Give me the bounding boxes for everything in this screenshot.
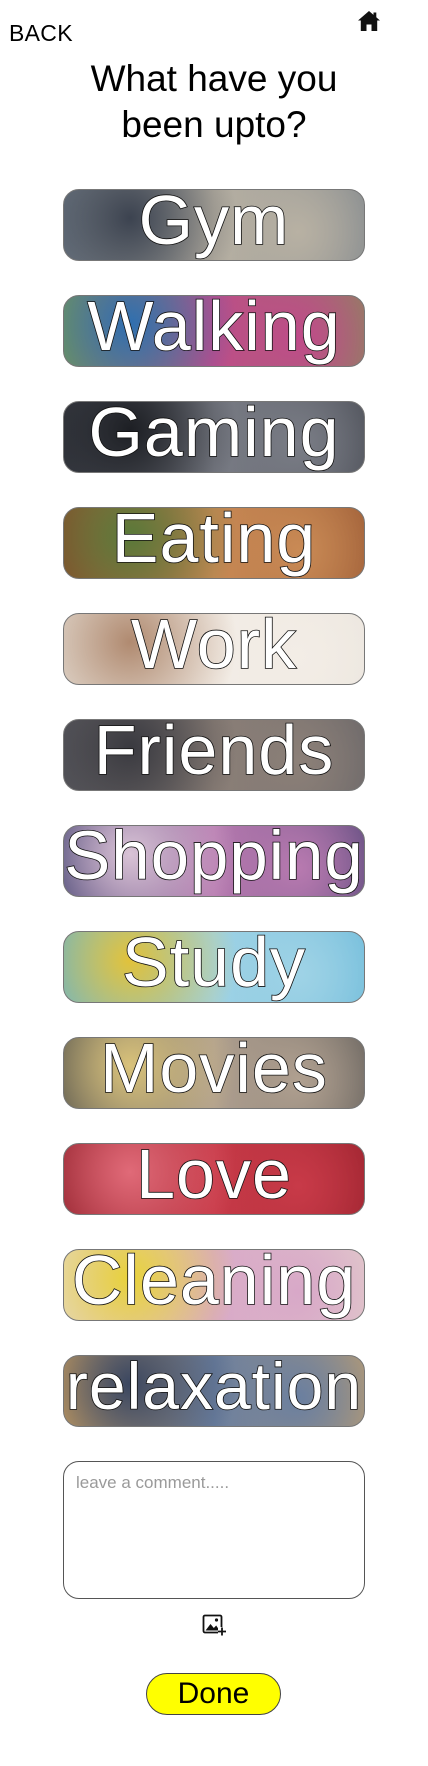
activity-label: Cleaning xyxy=(71,1249,357,1320)
activity-relaxation-button[interactable]: relaxation xyxy=(63,1355,365,1427)
activity-label: Eating xyxy=(111,507,317,578)
activity-label: Work xyxy=(130,613,298,684)
activity-gaming-button[interactable]: Gaming xyxy=(63,401,365,473)
activity-label: Movies xyxy=(99,1037,328,1108)
activity-label: Study xyxy=(121,931,306,1002)
done-button[interactable]: Done xyxy=(146,1673,281,1715)
activity-friends-button[interactable]: Friends xyxy=(63,719,365,791)
activity-label: Gaming xyxy=(88,401,340,472)
activity-cleaning-button[interactable]: Cleaning xyxy=(63,1249,365,1321)
activity-walking-button[interactable]: Walking xyxy=(63,295,365,367)
back-button[interactable]: BACK xyxy=(9,20,73,47)
activity-label: Love xyxy=(135,1143,292,1214)
activity-label: Walking xyxy=(87,295,341,366)
activity-label: Gym xyxy=(138,189,290,260)
activity-movies-button[interactable]: Movies xyxy=(63,1037,365,1109)
activity-label: Friends xyxy=(93,719,335,790)
comment-input[interactable] xyxy=(63,1461,365,1599)
activity-love-button[interactable]: Love xyxy=(63,1143,365,1215)
activity-label: relaxation xyxy=(65,1355,363,1424)
activity-label: Shopping xyxy=(64,825,364,895)
activity-gym-button[interactable]: Gym xyxy=(63,189,365,261)
page-title: What have you been upto? xyxy=(90,58,338,145)
activity-work-button[interactable]: Work xyxy=(63,613,365,685)
add-image-icon[interactable] xyxy=(201,1611,227,1637)
activity-eating-button[interactable]: Eating xyxy=(63,507,365,579)
activity-shopping-button[interactable]: Shopping xyxy=(63,825,365,897)
home-icon[interactable] xyxy=(356,8,382,34)
activity-study-button[interactable]: Study xyxy=(63,931,365,1003)
